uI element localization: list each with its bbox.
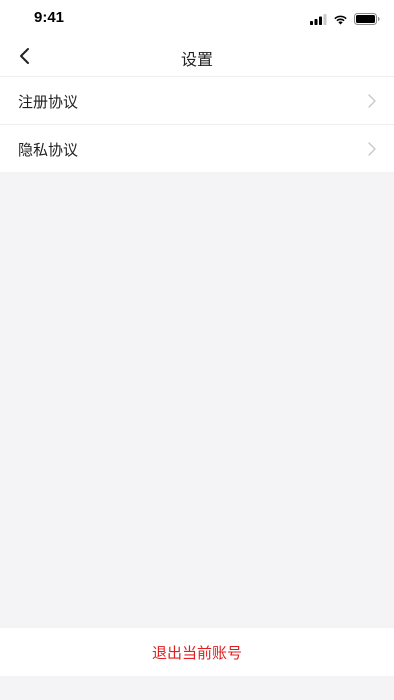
chevron-right-icon xyxy=(368,94,376,108)
logout-label: 退出当前账号 xyxy=(151,643,242,662)
settings-list: 注册协议 隐私协议 xyxy=(0,76,394,172)
list-item-label: 隐私协议 xyxy=(18,141,79,159)
wifi-icon xyxy=(334,15,347,24)
signal-icon xyxy=(310,13,327,25)
list-item-privacy-agreement[interactable]: 隐私协议 xyxy=(0,124,394,172)
status-bar: 9:41 xyxy=(0,0,394,36)
page-title: 设置 xyxy=(180,50,213,69)
chevron-right-icon xyxy=(368,142,376,156)
logout-button[interactable]: 退出当前账号 xyxy=(0,628,394,676)
list-item-label: 注册协议 xyxy=(18,93,79,111)
navigation-bar: 设置 xyxy=(0,36,394,76)
list-item-registration-agreement[interactable]: 注册协议 xyxy=(0,76,394,124)
status-icons xyxy=(310,12,380,26)
battery-icon xyxy=(354,13,380,25)
status-time: 9:41 xyxy=(34,9,65,26)
